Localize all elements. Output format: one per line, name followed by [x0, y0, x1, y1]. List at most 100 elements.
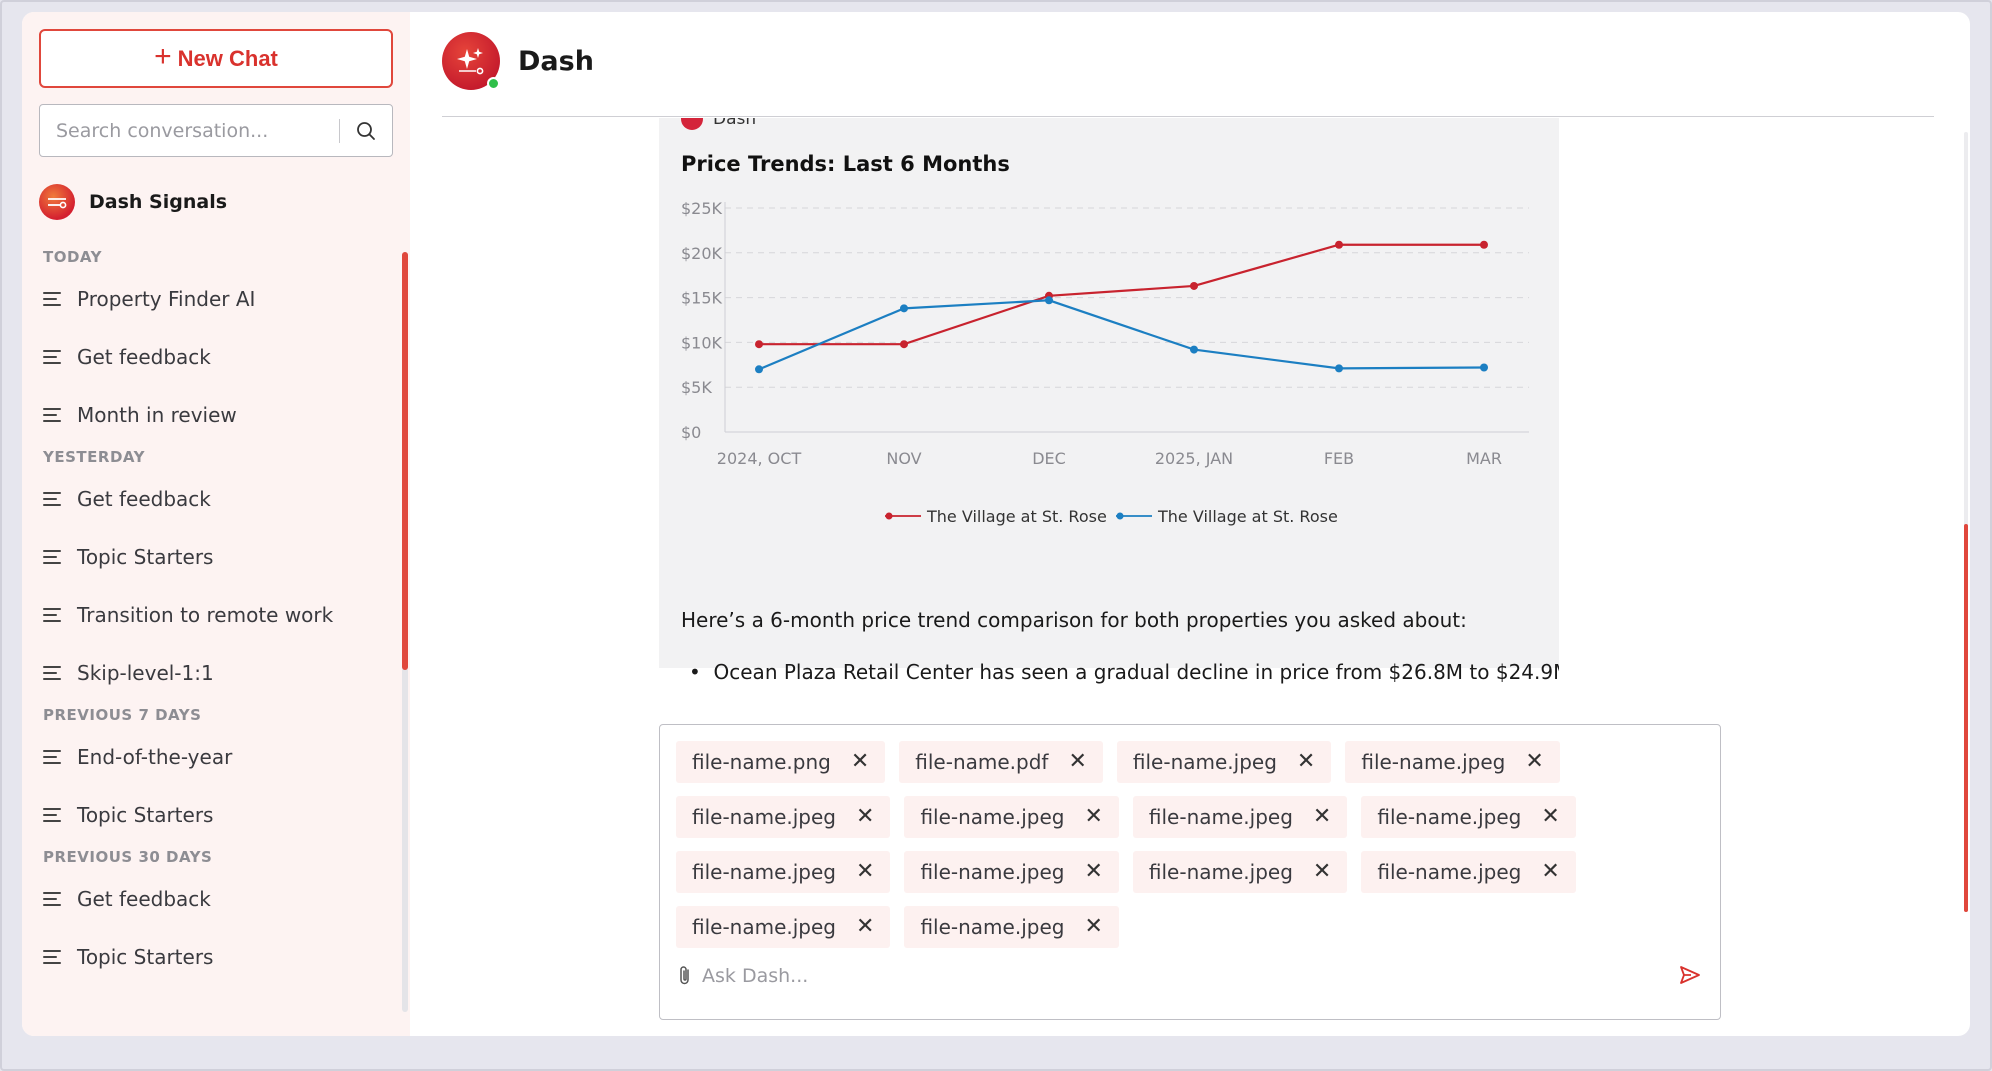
remove-attachment-icon[interactable]: ✕: [1541, 806, 1559, 828]
conversation-label: Get feedback: [77, 345, 211, 369]
dash-logo: [442, 32, 500, 90]
data-point: [1335, 364, 1343, 373]
attachment-row: file-name.png ✕ file-name.pdf ✕ file-name.jp…: [676, 741, 1706, 783]
send-button[interactable]: [1676, 961, 1704, 989]
conversation-item[interactable]: Get feedback: [39, 470, 379, 528]
y-tick-label: $10K: [681, 333, 723, 352]
conversation-item[interactable]: Transition to remote work: [39, 586, 379, 644]
attachment-name: file-name.jpeg: [1148, 860, 1293, 884]
dash-signals-label: Dash Signals: [89, 191, 228, 213]
remove-attachment-icon[interactable]: ✕: [1297, 751, 1315, 773]
new-chat-button[interactable]: + New Chat: [39, 29, 393, 88]
remove-attachment-icon[interactable]: ✕: [856, 916, 874, 938]
series-line: [759, 243, 1484, 346]
attachment-row: file-name.jpeg ✕ file-name.jpeg ✕: [676, 906, 1706, 948]
chart-title: Price Trends: Last 6 Months: [681, 152, 1010, 176]
x-tick-label: FEB: [1324, 449, 1354, 468]
remove-attachment-icon[interactable]: ✕: [1313, 861, 1331, 883]
price-trend-chart: $25K $20K $15K $10K $5K $0 2024, OCT NOV DEC 2025…: [681, 199, 1529, 526]
conversation-item[interactable]: Topic Starters: [39, 528, 379, 586]
conversation-label: Get feedback: [77, 487, 211, 511]
send-icon: [1680, 966, 1700, 984]
remove-attachment-icon[interactable]: ✕: [1541, 861, 1559, 883]
assistant-message: Dash Price Trends: Last 6 Months $25K $20…: [659, 118, 1559, 684]
conversation-item[interactable]: Topic Starters: [39, 786, 379, 844]
remove-attachment-icon[interactable]: ✕: [1313, 806, 1331, 828]
conversation-label: Topic Starters: [77, 803, 214, 827]
message-viewport: Dash Price Trends: Last 6 Months $25K $20…: [659, 118, 1559, 695]
sidebar-scrollbar-thumb[interactable]: [402, 252, 408, 670]
data-point: [1190, 345, 1198, 354]
ask-input[interactable]: Ask Dash...: [678, 965, 808, 987]
section-header: YESTERDAY: [43, 448, 145, 466]
main-scrollbar-thumb[interactable]: [1964, 524, 1968, 912]
data-point: [1045, 296, 1053, 305]
attachment-name: file-name.jpeg: [692, 860, 837, 884]
remove-attachment-icon[interactable]: ✕: [856, 806, 874, 828]
y-tick-label: $15K: [681, 289, 723, 308]
y-tick-label: $0: [681, 423, 701, 442]
conversation-label: Get feedback: [77, 887, 211, 911]
dash-signals-item[interactable]: Dash Signals: [39, 184, 227, 220]
attachment-chip: file-name.jpeg ✕: [1345, 741, 1560, 783]
message-bullet: • Ocean Plaza Retail Center has seen a g…: [689, 660, 1559, 684]
x-tick-label: MAR: [1466, 449, 1502, 468]
conversation-label: Transition to remote work: [77, 603, 334, 627]
attachment-chip: file-name.jpeg ✕: [1132, 796, 1348, 838]
conversation-icon: [43, 550, 63, 564]
x-tick-label: 2025, JAN: [1155, 449, 1233, 468]
attachment-name: file-name.jpeg: [1377, 860, 1522, 884]
sparkle-icon: [457, 48, 484, 75]
paperclip-icon[interactable]: [678, 965, 692, 987]
legend-marker: [1116, 512, 1124, 520]
conversation-item[interactable]: Month in review: [39, 386, 379, 444]
bullet-text: Ocean Plaza Retail Center has seen a gra…: [713, 660, 1559, 684]
data-point: [900, 304, 908, 313]
attachment-row: file-name.jpeg ✕ file-name.jpeg ✕ file-name.…: [676, 796, 1706, 838]
remove-attachment-icon[interactable]: ✕: [1084, 861, 1102, 883]
conversation-icon: [43, 350, 63, 364]
conversation-label: Topic Starters: [77, 945, 214, 969]
attachment-chip: file-name.jpeg ✕: [1361, 851, 1576, 893]
attachment-chip: file-name.jpeg ✕: [904, 796, 1119, 838]
conversation-icon: [43, 292, 63, 306]
conversation-item[interactable]: Topic Starters: [39, 928, 379, 986]
legend-marker: [885, 512, 893, 520]
attachment-chip: file-name.pdf ✕: [899, 741, 1103, 783]
remove-attachment-icon[interactable]: ✕: [851, 751, 869, 773]
message-text: Here’s a 6-month price trend comparison …: [681, 608, 1467, 632]
attachment-name: file-name.jpeg: [692, 805, 837, 829]
attachment-list: file-name.png ✕ file-name.pdf ✕ file-name.jp…: [676, 741, 1706, 961]
new-chat-label: New Chat: [177, 45, 278, 71]
conversation-item[interactable]: Property Finder AI: [39, 270, 379, 328]
search-input[interactable]: Search conversation...: [40, 120, 339, 142]
conversation-item[interactable]: Get feedback: [39, 870, 379, 928]
remove-attachment-icon[interactable]: ✕: [1068, 751, 1086, 773]
header-divider: [442, 116, 1934, 117]
conversation-item[interactable]: Get feedback: [39, 328, 379, 386]
sender-avatar: [681, 118, 703, 130]
search-icon[interactable]: [340, 105, 392, 156]
attachment-name: file-name.jpeg: [1361, 750, 1506, 774]
remove-attachment-icon[interactable]: ✕: [1525, 751, 1543, 773]
conversation-item[interactable]: End-of-the-year: [39, 728, 379, 786]
attachment-chip: file-name.jpeg ✕: [1361, 796, 1576, 838]
ask-placeholder: Ask Dash...: [702, 965, 809, 987]
message-composer[interactable]: file-name.png ✕ file-name.pdf ✕ file-name.jp…: [659, 724, 1721, 1020]
attachment-name: file-name.jpeg: [1148, 805, 1293, 829]
section-header: PREVIOUS 30 DAYS: [43, 848, 213, 866]
conversation-item[interactable]: Skip-level-1:1: [39, 644, 379, 702]
message-sender: Dash: [681, 118, 756, 130]
data-point: [755, 365, 763, 374]
search-box[interactable]: Search conversation...: [39, 104, 393, 157]
data-point: [1480, 240, 1488, 249]
y-tick-label: $5K: [681, 378, 712, 397]
attachment-name: file-name.pdf: [915, 750, 1049, 774]
remove-attachment-icon[interactable]: ✕: [1084, 916, 1102, 938]
remove-attachment-icon[interactable]: ✕: [856, 861, 874, 883]
conversation-icon: [43, 950, 63, 964]
conversation-icon: [43, 608, 63, 622]
attachment-chip: file-name.jpeg ✕: [1132, 851, 1348, 893]
attachment-chip: file-name.png ✕: [676, 741, 886, 783]
remove-attachment-icon[interactable]: ✕: [1084, 806, 1102, 828]
